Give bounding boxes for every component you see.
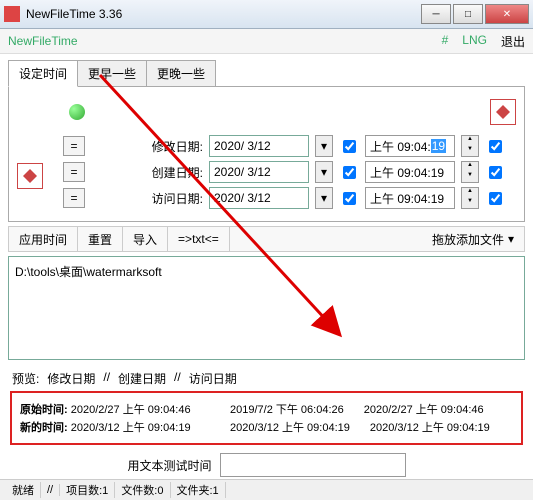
create-date-label: 创建日期:	[147, 164, 203, 181]
create-time-input[interactable]: 上午 09:04:19	[365, 161, 455, 183]
drag-drop-button[interactable]: 拖放添加文件▾	[422, 231, 524, 248]
test-label: 用文本测试时间	[127, 457, 211, 474]
access-date-dropdown[interactable]: ▾	[315, 187, 333, 209]
create-date-dropdown[interactable]: ▾	[315, 161, 333, 183]
menu-hash[interactable]: #	[442, 33, 449, 50]
file-path[interactable]: D:\tools\桌面\watermarksoft	[15, 263, 518, 280]
access-date-label: 访问日期:	[147, 190, 203, 207]
globe-icon[interactable]	[69, 104, 85, 120]
access-time-input[interactable]: 上午 09:04:19	[365, 187, 455, 209]
modify-time-input[interactable]: 上午 09:04:19	[365, 135, 455, 157]
txt-button[interactable]: =>txt<=	[168, 227, 230, 251]
status-files: 文件数:0	[115, 482, 170, 498]
access-time-checkbox[interactable]	[489, 192, 502, 205]
create-date-input[interactable]: 2020/ 3/12	[209, 161, 309, 183]
access-time-spinner[interactable]: ▲▼	[461, 187, 479, 209]
modify-time-checkbox[interactable]	[489, 140, 502, 153]
app-icon	[4, 6, 20, 22]
menu-lng[interactable]: LNG	[462, 33, 487, 50]
modify-date-input[interactable]: 2020/ 3/12	[209, 135, 309, 157]
maximize-button[interactable]: □	[453, 4, 483, 24]
access-date-checkbox[interactable]	[343, 192, 356, 205]
test-input[interactable]	[220, 453, 406, 477]
corner-icon-top[interactable]	[490, 99, 516, 125]
tab-later[interactable]: 更晚一些	[146, 60, 216, 87]
menu-exit[interactable]: 退出	[501, 33, 525, 50]
eq-button-3[interactable]: =	[63, 188, 85, 208]
access-date-input[interactable]: 2020/ 3/12	[209, 187, 309, 209]
minimize-button[interactable]: ─	[421, 4, 451, 24]
corner-icon-left[interactable]	[17, 163, 43, 189]
result-box: 原始时间: 2020/2/27 上午 09:04:46 2019/7/2 下午 …	[10, 391, 523, 445]
preview-header: 预览: 修改日期 // 创建日期 // 访问日期	[12, 370, 521, 387]
modify-date-checkbox[interactable]	[343, 140, 356, 153]
close-button[interactable]: ✕	[485, 4, 529, 24]
tab-earlier[interactable]: 更早一些	[77, 60, 147, 87]
status-folders: 文件夹:1	[171, 482, 226, 498]
status-items: 项目数:1	[60, 482, 115, 498]
modify-date-dropdown[interactable]: ▾	[315, 135, 333, 157]
apply-time-button[interactable]: 应用时间	[9, 227, 78, 251]
create-time-spinner[interactable]: ▲▼	[461, 161, 479, 183]
status-ready: 就绪	[6, 482, 41, 498]
reset-button[interactable]: 重置	[78, 227, 123, 251]
modify-date-label: 修改日期:	[147, 138, 203, 155]
modify-time-spinner[interactable]: ▲▼	[461, 135, 479, 157]
import-button[interactable]: 导入	[123, 227, 168, 251]
tab-set-time[interactable]: 设定时间	[8, 60, 78, 87]
window-title: NewFileTime 3.36	[26, 7, 421, 21]
create-date-checkbox[interactable]	[343, 166, 356, 179]
file-list[interactable]: D:\tools\桌面\watermarksoft	[8, 256, 525, 360]
eq-button-1[interactable]: =	[63, 136, 85, 156]
app-menu[interactable]: NewFileTime	[8, 34, 442, 48]
create-time-checkbox[interactable]	[489, 166, 502, 179]
eq-button-2[interactable]: =	[63, 162, 85, 182]
